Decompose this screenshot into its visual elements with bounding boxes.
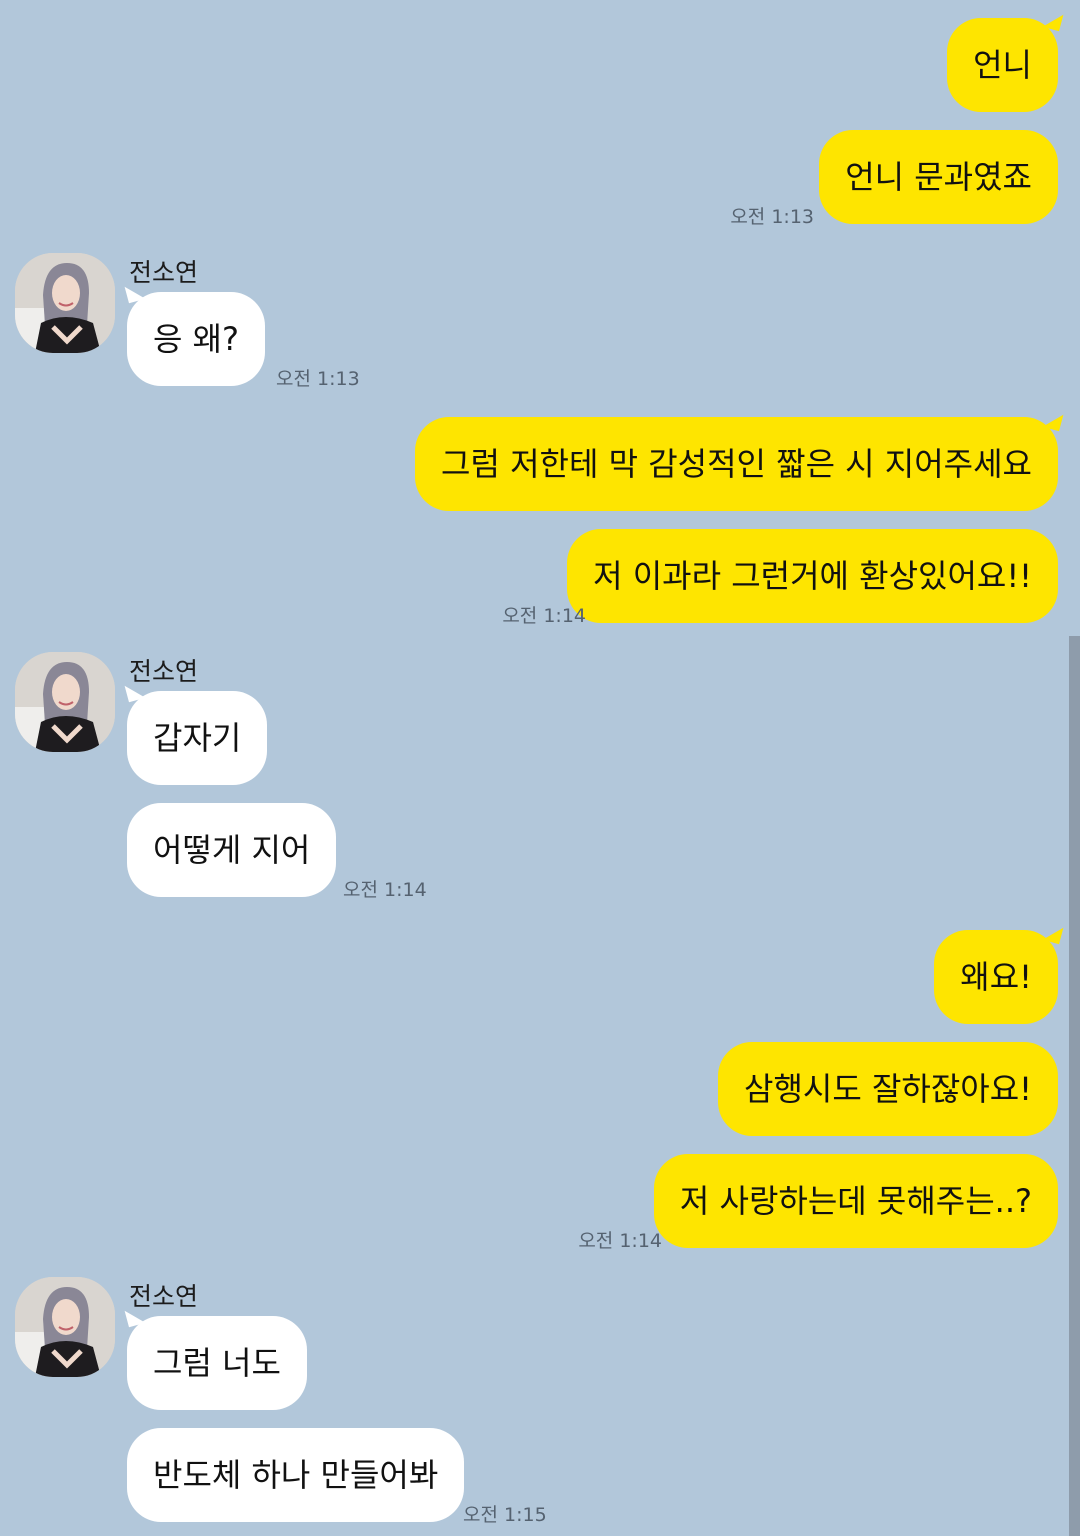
my-message-bubble[interactable]: 그럼 저한테 막 감성적인 짧은 시 지어주세요 bbox=[415, 417, 1058, 511]
their-message-bubble[interactable]: 어떻게 지어 bbox=[127, 803, 337, 897]
scrollbar[interactable] bbox=[1069, 636, 1080, 1536]
message-timestamp: 오전 1:15 bbox=[463, 1504, 547, 1526]
their-message-bubble[interactable]: 그럼 너도 bbox=[127, 1316, 307, 1410]
their-message-bubble[interactable]: 갑자기 bbox=[127, 691, 268, 785]
contact-avatar[interactable] bbox=[15, 1277, 115, 1377]
contact-avatar[interactable] bbox=[15, 253, 115, 353]
my-message-bubble[interactable]: 언니 문과였죠 bbox=[819, 130, 1058, 224]
profile-photo-icon bbox=[15, 652, 115, 752]
their-message-bubble[interactable]: 응 왜? bbox=[127, 292, 266, 386]
profile-photo-icon bbox=[15, 1277, 115, 1377]
contact-avatar[interactable] bbox=[15, 652, 115, 752]
sender-name: 전소연 bbox=[129, 1282, 199, 1311]
chat-area[interactable]: 언니 언니 문과였죠 오전 1:13 전소연 응 왜? 오전 1:13 그럼 저… bbox=[0, 0, 1080, 1536]
profile-photo-icon bbox=[15, 253, 115, 353]
message-timestamp: 오전 1:14 bbox=[502, 605, 586, 627]
message-timestamp: 오전 1:14 bbox=[343, 879, 427, 901]
my-message-bubble[interactable]: 저 이과라 그런거에 환상있어요!! bbox=[567, 529, 1058, 623]
message-timestamp: 오전 1:13 bbox=[730, 206, 814, 228]
my-message-bubble[interactable]: 언니 bbox=[947, 18, 1058, 112]
sender-name: 전소연 bbox=[129, 657, 199, 686]
sender-name: 전소연 bbox=[129, 258, 199, 287]
my-message-bubble[interactable]: 왜요! bbox=[934, 930, 1058, 1024]
their-message-bubble[interactable]: 반도체 하나 만들어봐 bbox=[127, 1428, 465, 1522]
message-timestamp: 오전 1:14 bbox=[578, 1230, 662, 1252]
message-timestamp: 오전 1:13 bbox=[276, 368, 360, 390]
my-message-bubble[interactable]: 삼행시도 잘하잖아요! bbox=[718, 1042, 1058, 1136]
my-message-bubble[interactable]: 저 사랑하는데 못해주는..? bbox=[653, 1154, 1058, 1248]
